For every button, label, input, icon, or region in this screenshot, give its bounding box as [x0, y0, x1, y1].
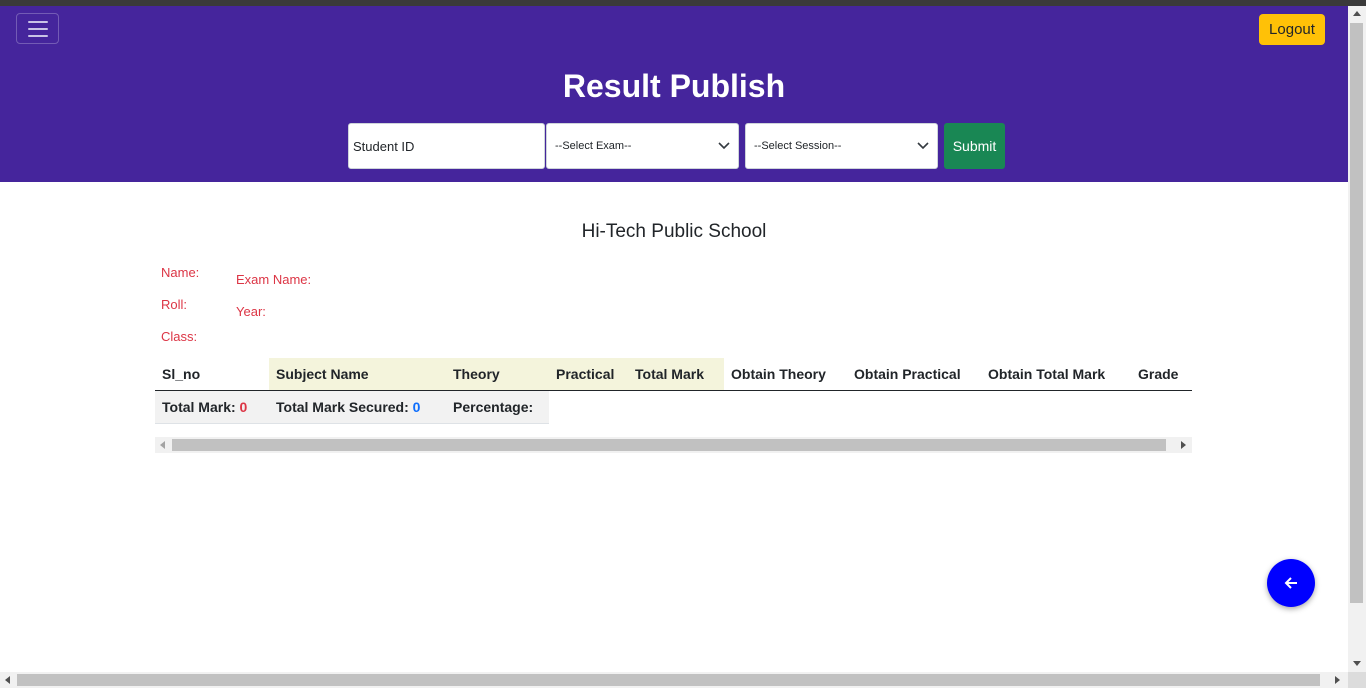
- back-button[interactable]: [1267, 559, 1315, 607]
- total-mark-cell: Total Mark: 0: [155, 390, 269, 424]
- scrollbar-thumb[interactable]: [172, 439, 1166, 451]
- session-select[interactable]: --Select Session--: [745, 123, 938, 169]
- exam-select-value: --Select Exam--: [555, 140, 632, 152]
- page-horizontal-scrollbar[interactable]: [0, 672, 1348, 688]
- chevron-down-icon: [718, 142, 730, 150]
- scroll-left-arrow-icon[interactable]: [0, 672, 16, 688]
- scrollbar-corner: [1348, 672, 1366, 688]
- year-label: Year:: [236, 304, 266, 319]
- exam-select[interactable]: --Select Exam--: [546, 123, 739, 169]
- column-header: Sl_no: [155, 358, 269, 391]
- student-name-label: Name:: [161, 265, 200, 280]
- table-header-row: Sl_no Subject Name Theory Practical Tota…: [155, 358, 1192, 391]
- scroll-left-arrow-icon[interactable]: [155, 437, 171, 453]
- result-table-container: Sl_no Subject Name Theory Practical Tota…: [155, 358, 1192, 424]
- school-name: Hi-Tech Public School: [581, 221, 767, 242]
- class-label: Class:: [161, 329, 198, 344]
- percentage-cell: Percentage:: [446, 390, 549, 424]
- column-header: Practical: [549, 358, 628, 391]
- table-horizontal-scrollbar[interactable]: [155, 437, 1192, 453]
- hamburger-icon: [27, 20, 48, 23]
- student-id-input[interactable]: Student ID: [348, 123, 545, 169]
- submit-button[interactable]: Submit: [944, 123, 1005, 169]
- scroll-right-arrow-icon[interactable]: [1176, 437, 1192, 453]
- arrow-left-icon: [1284, 577, 1297, 589]
- scroll-right-arrow-icon[interactable]: [1330, 672, 1346, 688]
- column-header: Grade: [1131, 358, 1192, 391]
- column-header: Theory: [446, 358, 549, 391]
- column-header: Obtain Total Mark: [981, 358, 1131, 391]
- secured-value: 0: [412, 398, 421, 415]
- percentage-label: Percentage:: [453, 398, 534, 415]
- column-header: Subject Name: [269, 358, 446, 391]
- scrollbar-thumb[interactable]: [1350, 23, 1363, 603]
- roll-label: Roll:: [161, 297, 188, 312]
- scroll-down-arrow-icon[interactable]: [1348, 656, 1366, 672]
- summary-row: Total Mark: 0 Total Mark Secured: 0 Perc…: [155, 390, 1192, 424]
- page-vertical-scrollbar[interactable]: [1348, 6, 1366, 672]
- total-mark-label: Total Mark:: [162, 398, 236, 415]
- column-header: Obtain Practical: [847, 358, 981, 391]
- session-select-value: --Select Session--: [754, 140, 842, 152]
- secured-cell: Total Mark Secured: 0: [269, 390, 446, 424]
- scrollbar-thumb[interactable]: [17, 674, 1320, 686]
- secured-label: Total Mark Secured:: [276, 398, 409, 415]
- header-banner: Logout Result Publish Student ID --Selec…: [0, 6, 1348, 182]
- result-table: Sl_no Subject Name Theory Practical Tota…: [155, 358, 1192, 424]
- total-mark-value: 0: [239, 398, 248, 415]
- column-header: Obtain Theory: [724, 358, 847, 391]
- logout-button[interactable]: Logout: [1259, 14, 1325, 45]
- menu-toggle-button[interactable]: [16, 13, 59, 44]
- exam-name-label: Exam Name:: [236, 272, 312, 287]
- scroll-up-arrow-icon[interactable]: [1348, 6, 1366, 22]
- column-header: Total Mark: [628, 358, 724, 391]
- page-title: Result Publish: [562, 68, 786, 104]
- chevron-down-icon: [917, 142, 929, 150]
